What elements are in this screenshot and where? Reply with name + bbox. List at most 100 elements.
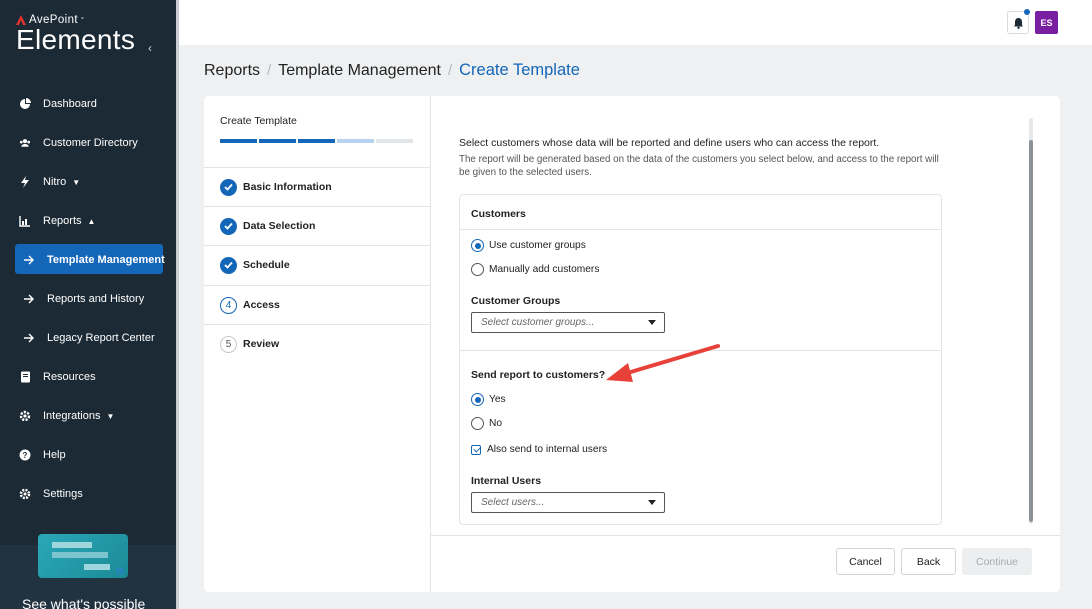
- radio-button[interactable]: [471, 263, 484, 276]
- continue-button[interactable]: Continue: [962, 548, 1032, 575]
- sidebar-item-template-management[interactable]: Template Management: [0, 240, 176, 279]
- radio-use-customer-groups[interactable]: Use customer groups: [471, 239, 586, 252]
- promo-text[interactable]: See what's possible: [22, 596, 145, 609]
- arrow-right-icon: [23, 254, 35, 266]
- panel-title: Customers: [471, 208, 526, 220]
- wizard-title: Create Template: [220, 115, 297, 127]
- step-label: Review: [243, 338, 280, 350]
- internal-users-label: Internal Users: [471, 475, 542, 487]
- checkbox-also-send-internal[interactable]: Also send to internal users: [471, 444, 607, 455]
- chevron-down-icon: [648, 320, 656, 325]
- chevron-down-icon: ▼: [72, 177, 81, 187]
- radio-button[interactable]: [471, 239, 484, 252]
- sidebar-item-label: Template Management: [47, 253, 165, 266]
- step-number: 5: [220, 335, 237, 353]
- help-icon: ?: [19, 449, 31, 461]
- book-icon: [19, 371, 31, 383]
- customer-groups-select[interactable]: Select customer groups...: [471, 312, 665, 333]
- sidebar-item-label: Integrations ▼: [43, 409, 115, 422]
- sidebar-item-help[interactable]: ? Help: [0, 435, 176, 474]
- wizard-steps: Create Template Basic Information Data S…: [204, 96, 431, 592]
- step-basic-information[interactable]: Basic Information: [204, 167, 430, 206]
- radio-button[interactable]: [471, 393, 484, 406]
- progress-segment: [337, 139, 374, 143]
- sidebar-item-label: Legacy Report Center: [47, 331, 155, 344]
- cancel-button[interactable]: Cancel: [836, 548, 895, 575]
- customer-groups-label: Customer Groups: [471, 295, 561, 307]
- avatar[interactable]: ES: [1035, 11, 1058, 34]
- step-data-selection[interactable]: Data Selection: [204, 206, 430, 245]
- chevron-up-icon: ▲: [87, 216, 96, 226]
- notification-dot: [1024, 9, 1030, 15]
- send-report-question: Send report to customers?: [471, 369, 606, 381]
- chevron-down-icon: ▼: [106, 411, 115, 421]
- radio-label: Manually add customers: [489, 264, 600, 275]
- check-icon: [220, 256, 237, 274]
- sidebar-item-label: Reports and History: [47, 292, 145, 305]
- users-icon: [19, 137, 31, 149]
- sidebar-item-customer-directory[interactable]: Customer Directory: [0, 123, 176, 162]
- internal-users-select[interactable]: Select users...: [471, 492, 665, 513]
- bolt-icon: [19, 175, 31, 188]
- breadcrumb-separator: /: [447, 62, 453, 79]
- sidebar-item-dashboard[interactable]: Dashboard: [0, 84, 176, 123]
- radio-button[interactable]: [471, 417, 484, 430]
- arrow-right-icon: [23, 293, 35, 305]
- sidebar-item-label: Reports ▲: [43, 214, 96, 227]
- progress-segment: [220, 139, 257, 143]
- step-access[interactable]: 4 Access: [204, 285, 430, 324]
- radio-manually-add-customers[interactable]: Manually add customers: [471, 263, 599, 276]
- sidebar-item-settings[interactable]: Settings: [0, 474, 176, 513]
- sidebar-item-reports-and-history[interactable]: Reports and History: [0, 279, 176, 318]
- panel-header: Customers: [460, 195, 941, 230]
- intro-heading: Select customers whose data will be repo…: [459, 137, 880, 149]
- radio-label: Yes: [489, 394, 506, 405]
- sidebar: AvePoint ° Elements ‹ Dashboard Customer …: [0, 0, 176, 609]
- progress-segment: [376, 139, 413, 143]
- sidebar-item-nitro[interactable]: Nitro ▼: [0, 162, 176, 201]
- brand-product: Elements: [16, 24, 136, 55]
- sidebar-item-integrations[interactable]: Integrations ▼: [0, 396, 176, 435]
- sidebar-item-label: Dashboard: [43, 97, 97, 110]
- step-label: Access: [243, 299, 280, 311]
- scrollbar-thumb[interactable]: [1029, 140, 1033, 522]
- breadcrumb-separator: /: [267, 62, 272, 79]
- sidebar-nav: Dashboard Customer Directory Nitro ▼ Repo…: [0, 84, 176, 513]
- pie-chart-icon: [19, 97, 31, 110]
- sidebar-scrollbar[interactable]: [176, 0, 179, 609]
- settings-icon: [19, 488, 31, 500]
- sidebar-item-label: Customer Directory: [43, 136, 138, 149]
- select-placeholder: Select customer groups...: [481, 317, 595, 328]
- check-icon: [220, 178, 237, 196]
- collapse-sidebar-icon[interactable]: ‹: [148, 41, 152, 55]
- bar-chart-icon: [19, 215, 31, 227]
- svg-text:?: ?: [23, 451, 28, 460]
- breadcrumb-template-management[interactable]: Template Management: [278, 62, 441, 80]
- back-button[interactable]: Back: [901, 548, 956, 575]
- step-label: Data Selection: [243, 220, 316, 232]
- gear-integration-icon: [19, 410, 31, 422]
- arrow-right-icon: [23, 332, 35, 344]
- intro: Select customers whose data will be repo…: [459, 136, 939, 179]
- checkbox[interactable]: [471, 444, 481, 455]
- check-icon: [220, 217, 237, 235]
- breadcrumb-reports[interactable]: Reports: [204, 62, 260, 80]
- brand-logo: AvePoint ° Elements: [16, 14, 136, 55]
- gear-icon: ⚙: [115, 566, 125, 578]
- sidebar-item-label: Settings: [43, 487, 83, 500]
- sidebar-item-resources[interactable]: Resources: [0, 357, 176, 396]
- radio-send-no[interactable]: No: [471, 417, 502, 430]
- annotation-arrow-icon: [606, 344, 720, 382]
- sidebar-item-legacy-report-center[interactable]: Legacy Report Center: [0, 318, 176, 357]
- sidebar-item-label: Resources: [43, 370, 96, 383]
- sidebar-item-reports[interactable]: Reports ▲: [0, 201, 176, 240]
- step-review[interactable]: 5 Review: [204, 324, 430, 363]
- step-schedule[interactable]: Schedule: [204, 245, 430, 284]
- top-bar: [179, 0, 1092, 45]
- checkbox-label: Also send to internal users: [487, 444, 608, 455]
- bell-icon: [1013, 17, 1023, 29]
- radio-label: Use customer groups: [489, 240, 586, 251]
- progress-segment: [298, 139, 335, 143]
- progress-segment: [259, 139, 296, 143]
- radio-send-yes[interactable]: Yes: [471, 393, 506, 406]
